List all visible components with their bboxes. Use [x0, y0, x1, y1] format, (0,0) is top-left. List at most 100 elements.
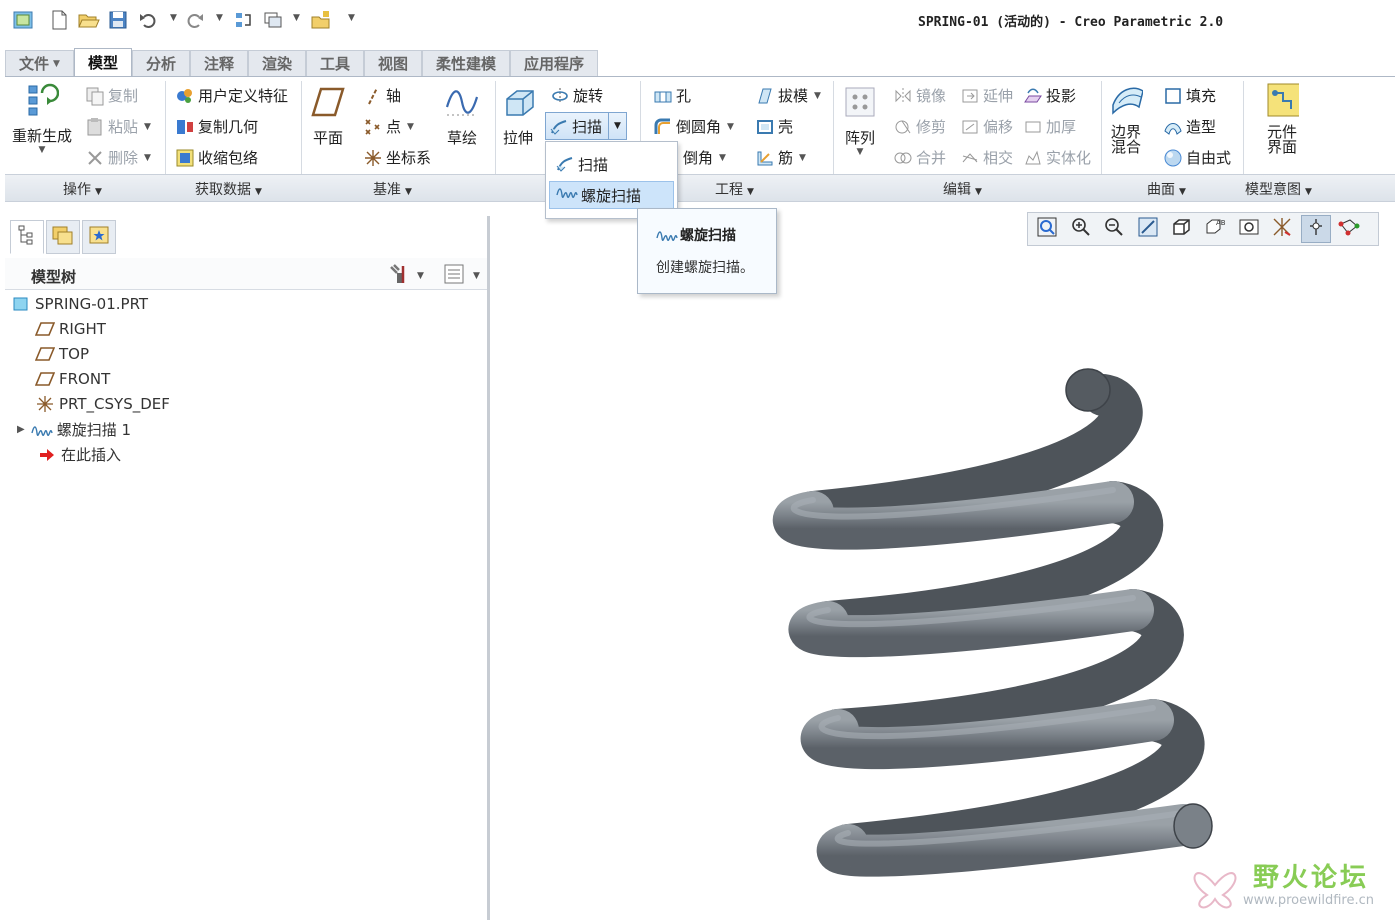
regenerate-small-icon[interactable]: [232, 9, 254, 31]
style-button[interactable]: 造型: [1163, 116, 1216, 137]
extend-button[interactable]: 延伸: [960, 85, 1013, 106]
project-button[interactable]: 投影: [1023, 85, 1076, 106]
save-icon[interactable]: [107, 9, 129, 31]
sweep-dropdown-arrow[interactable]: ▼: [608, 113, 626, 139]
tree-settings-button[interactable]: ▼: [387, 263, 424, 289]
datum-display-button[interactable]: [1267, 215, 1297, 243]
sweep-button[interactable]: 扫描: [549, 116, 602, 137]
component-interface-button[interactable]: 元件界面: [1265, 83, 1299, 155]
refit-button[interactable]: [1032, 215, 1062, 243]
pattern-button[interactable]: 阵列 ▼: [843, 85, 877, 157]
undo-icon[interactable]: [137, 9, 159, 31]
group-editing[interactable]: 编辑 ▼: [943, 179, 982, 199]
close-window-icon[interactable]: [310, 9, 332, 31]
sketch-button[interactable]: 草绘: [445, 85, 479, 148]
tab-model[interactable]: 模型: [73, 48, 132, 76]
tab-render[interactable]: 渲染: [247, 50, 306, 76]
repaint-button[interactable]: [1133, 215, 1163, 243]
zoom-out-button[interactable]: [1099, 215, 1129, 243]
boundary-blend-button[interactable]: 边界混合: [1109, 83, 1143, 155]
shrinkwrap-button[interactable]: 收缩包络: [175, 147, 258, 168]
group-get-data[interactable]: 获取数据 ▼: [195, 179, 262, 199]
user-defined-feature-button[interactable]: 用户定义特征: [175, 85, 288, 106]
expand-icon[interactable]: ▶: [17, 424, 25, 435]
windows-icon[interactable]: [262, 9, 284, 31]
tree-show-button[interactable]: ▼: [443, 263, 480, 289]
group-datum[interactable]: 基准 ▼: [373, 179, 412, 199]
fill-button[interactable]: 填充: [1163, 85, 1216, 106]
tree-item-part[interactable]: SPRING-01.PRT: [11, 294, 148, 314]
windows-dropdown-icon[interactable]: ▼: [293, 13, 300, 23]
customize-qat-icon[interactable]: ▼: [348, 13, 355, 23]
tree-item-helical-sweep[interactable]: ▶ 螺旋扫描 1: [17, 419, 131, 440]
tab-file[interactable]: 文件 ▼: [5, 50, 74, 76]
revolve-button[interactable]: 旋转: [550, 85, 603, 106]
display-style-icon: [1170, 216, 1192, 242]
tree-item-right[interactable]: RIGHT: [35, 319, 106, 339]
round-button[interactable]: 倒圆角 ▼: [653, 116, 734, 137]
saved-orientations-button[interactable]: AB: [1200, 215, 1230, 243]
group-operations[interactable]: 操作 ▼: [63, 179, 102, 199]
tab-view[interactable]: 视图: [364, 50, 423, 76]
tab-annotate[interactable]: 注释: [189, 50, 248, 76]
tab-applications[interactable]: 应用程序: [510, 50, 599, 76]
plane-button[interactable]: 平面: [311, 85, 345, 148]
redo-dropdown-icon[interactable]: ▼: [216, 13, 223, 23]
undo-dropdown-icon[interactable]: ▼: [170, 13, 177, 23]
freestyle-button[interactable]: 自由式: [1163, 147, 1231, 168]
chamfer-button[interactable]: 倒角 ▼: [683, 147, 726, 168]
group-engineering[interactable]: 工程 ▼: [715, 179, 754, 199]
tab-analysis[interactable]: 分析: [131, 50, 190, 76]
menu-item-helical-sweep[interactable]: 螺旋扫描: [549, 181, 674, 209]
regenerate-button[interactable]: 重新生成 ▼: [12, 83, 72, 155]
csys-icon: [363, 148, 383, 168]
draft-button[interactable]: 拔模 ▼: [755, 85, 821, 106]
thicken-button[interactable]: 加厚: [1023, 116, 1076, 137]
coordinate-system-button[interactable]: 坐标系: [363, 147, 431, 168]
merge-button[interactable]: 合并: [893, 147, 946, 168]
tree-item-insert-here[interactable]: 在此插入: [37, 444, 121, 465]
trim-button[interactable]: 修剪: [893, 116, 946, 137]
tab-favorites[interactable]: [82, 220, 116, 254]
copy-geometry-button[interactable]: 复制几何: [175, 116, 258, 137]
open-file-icon[interactable]: [78, 9, 100, 31]
mirror-icon: [893, 86, 913, 106]
graphics-area[interactable]: [493, 250, 1395, 920]
copy-geometry-icon: [175, 117, 195, 137]
shell-button[interactable]: 壳: [755, 116, 793, 137]
menu-item-sweep[interactable]: 扫描: [549, 150, 674, 178]
group-model-intent[interactable]: 模型意图 ▼: [1245, 179, 1312, 199]
delete-button[interactable]: 删除 ▼: [85, 147, 151, 168]
tab-tools[interactable]: 工具: [306, 50, 365, 76]
extrude-button[interactable]: 拉伸: [501, 85, 535, 148]
new-file-icon[interactable]: [48, 9, 70, 31]
tree-item-front[interactable]: FRONT: [35, 369, 110, 389]
annotation-display-button[interactable]: [1334, 215, 1364, 243]
offset-button[interactable]: 偏移: [960, 116, 1013, 137]
rib-button[interactable]: 筋 ▼: [755, 147, 806, 168]
axis-button[interactable]: 轴: [363, 85, 401, 106]
copy-button[interactable]: 复制: [85, 85, 138, 106]
tree-item-csys[interactable]: PRT_CSYS_DEF: [35, 394, 170, 414]
zoom-in-button[interactable]: [1066, 215, 1096, 243]
spring-model[interactable]: [493, 250, 1395, 920]
redo-icon[interactable]: [184, 9, 206, 31]
spin-center-button[interactable]: [1300, 215, 1331, 243]
paste-button[interactable]: 粘贴 ▼: [85, 116, 151, 137]
group-separator: [165, 81, 166, 176]
mirror-button[interactable]: 镜像: [893, 85, 946, 106]
hole-button[interactable]: 孔: [653, 85, 691, 106]
tab-folder-browser[interactable]: [46, 220, 80, 254]
solidify-button[interactable]: 实体化: [1023, 147, 1091, 168]
round-icon: [653, 117, 673, 137]
tab-model-tree[interactable]: [10, 220, 44, 254]
tree-item-top[interactable]: TOP: [35, 344, 89, 364]
point-button[interactable]: 点 ▼: [363, 116, 414, 137]
group-surfaces[interactable]: 曲面 ▼: [1147, 179, 1186, 199]
app-icon[interactable]: [12, 9, 34, 31]
intersect-button[interactable]: 相交: [960, 147, 1013, 168]
display-style-button[interactable]: [1166, 215, 1196, 243]
sweep-split-button[interactable]: 扫描 ▼: [545, 112, 627, 140]
tab-flexible-modeling[interactable]: 柔性建模: [422, 50, 511, 76]
view-manager-button[interactable]: [1234, 215, 1264, 243]
